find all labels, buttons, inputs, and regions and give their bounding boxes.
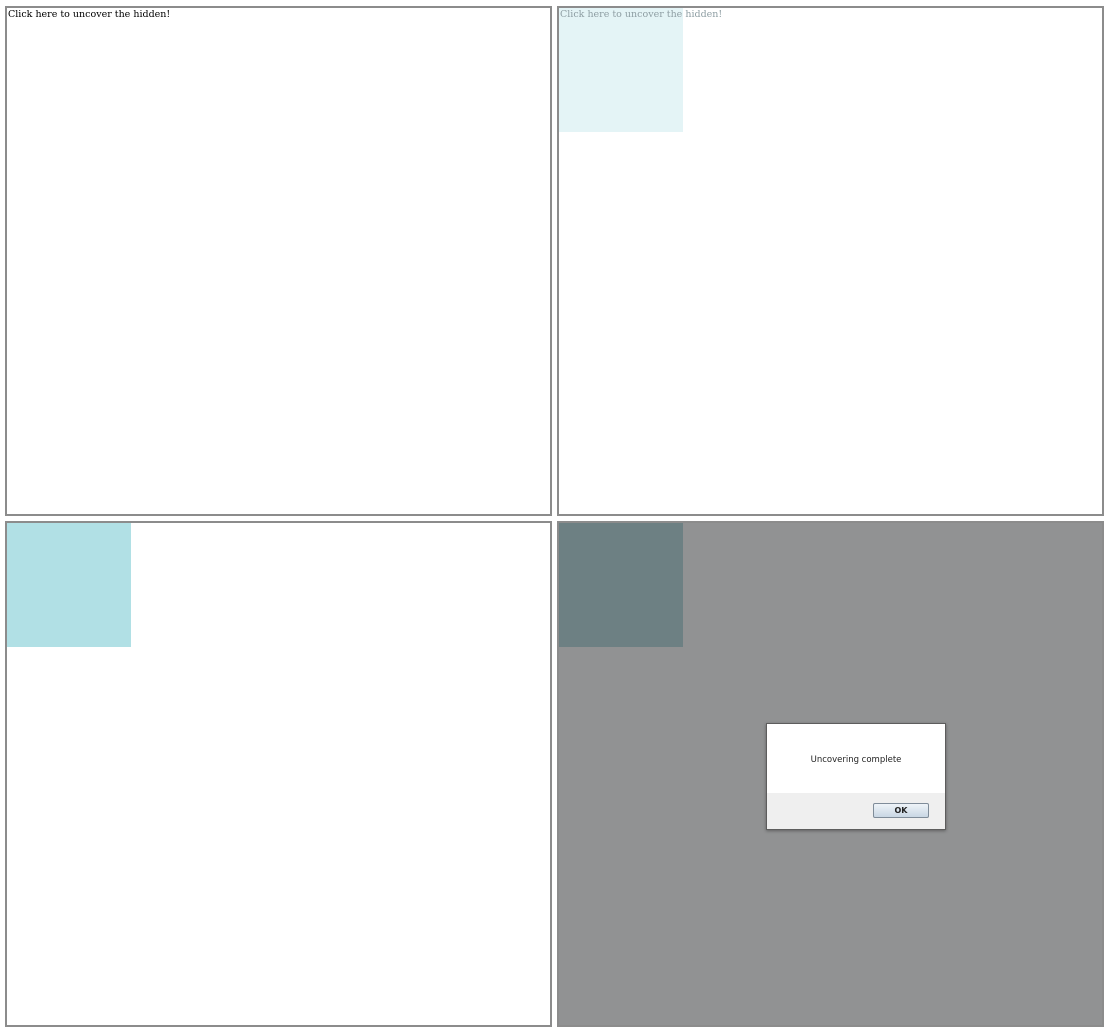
uncover-square-dimmed: [559, 523, 683, 647]
uncover-square: [7, 523, 131, 647]
uncover-square: [559, 8, 683, 132]
uncover-link[interactable]: Click here to uncover the hidden!: [8, 9, 170, 20]
screenshot-panel-1: Click here to uncover the hidden!: [5, 6, 552, 516]
ok-button[interactable]: OK: [873, 803, 929, 818]
dialog-message: Uncovering complete: [810, 755, 902, 765]
screenshot-panel-4: Uncovering complete OK: [557, 521, 1104, 1027]
screenshot-panel-2: Click here to uncover the hidden!: [557, 6, 1104, 516]
dialog-footer: OK: [767, 793, 945, 829]
screenshot-panel-3: [5, 521, 552, 1027]
uncover-link-faded[interactable]: Click here to uncover the hidden!: [560, 9, 722, 20]
alert-dialog: Uncovering complete OK: [766, 723, 946, 830]
